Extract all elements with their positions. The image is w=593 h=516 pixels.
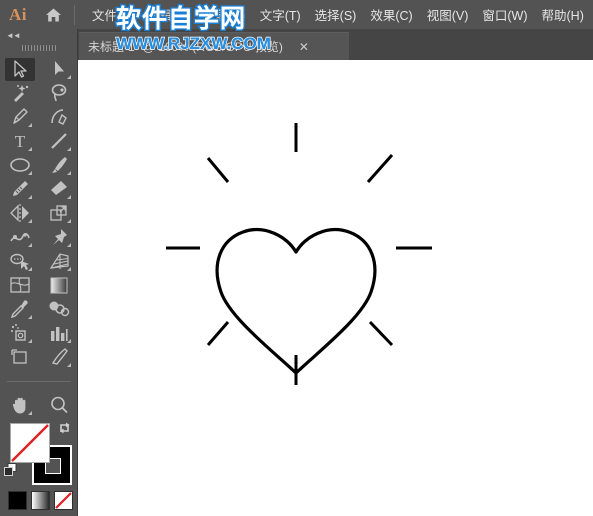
curvature-tool[interactable]: [44, 106, 74, 129]
eyedropper-tool[interactable]: [5, 298, 35, 321]
shaper-pencil-tool[interactable]: [5, 178, 35, 201]
tool-group-indicator-icon: [27, 410, 32, 415]
type-tool[interactable]: T: [5, 130, 35, 153]
menu-bar: Ai 文件(F) 编辑(E) 对象(O) 文字(T) 选择(S) 效果(C) 视图(V) 窗口…: [0, 0, 593, 29]
rotate-reflect-tool[interactable]: [5, 202, 35, 225]
tool-group-indicator-icon: [66, 266, 71, 271]
menu-object[interactable]: 对象(O): [196, 0, 253, 29]
document-tab[interactable]: 未标题-1* @ 100% (RGB/GPU 预览) ✕: [79, 32, 349, 60]
swap-fill-stroke-icon[interactable]: [58, 421, 72, 435]
width-warp-tool[interactable]: [5, 226, 35, 249]
tool-group-indicator-icon: [66, 194, 71, 199]
close-icon[interactable]: ✕: [297, 41, 311, 53]
ellipse-tool[interactable]: [5, 154, 35, 177]
pen-tool[interactable]: [5, 106, 35, 129]
tool-group-indicator-icon: [66, 242, 71, 247]
tools-panel: ◄◄ T: [0, 29, 78, 516]
color-mode-row: [8, 491, 73, 510]
scale-tool[interactable]: [44, 202, 74, 225]
fill-stroke-block: [0, 421, 78, 510]
tool-group-indicator-icon: [27, 218, 32, 223]
menu-effect[interactable]: 效果(C): [363, 0, 419, 29]
document-tab-bar: 未标题-1* @ 100% (RGB/GPU 预览) ✕: [78, 29, 593, 60]
menu-window[interactable]: 窗口(W): [475, 0, 534, 29]
artboard-tool[interactable]: [5, 346, 35, 369]
tool-group-indicator-icon: [27, 170, 32, 175]
rays-group: [166, 123, 432, 385]
lasso-tool[interactable]: [44, 82, 74, 105]
ray-bottom-left: [206, 321, 230, 346]
menu-item-list: 文件(F) 编辑(E) 对象(O) 文字(T) 选择(S) 效果(C) 视图(V) 窗口(W)…: [85, 0, 591, 29]
tool-group-indicator-icon: [66, 146, 71, 151]
tool-group-indicator-icon: [66, 338, 71, 343]
line-segment-tool[interactable]: [44, 130, 74, 153]
tool-group-indicator-icon: [27, 314, 32, 319]
ray-top-left: [206, 157, 230, 183]
fill-none-indicator: [10, 423, 50, 463]
artwork-shining-heart: [166, 123, 432, 385]
tool-grid: T: [0, 57, 77, 417]
free-transform-tool[interactable]: [44, 226, 74, 249]
app-logo: Ai: [9, 4, 27, 24]
artboard-canvas[interactable]: [78, 60, 593, 516]
menu-help[interactable]: 帮助(H): [535, 0, 591, 29]
slice-tool[interactable]: [44, 346, 74, 369]
blend-tool[interactable]: [44, 298, 74, 321]
ray-bottom-right: [368, 320, 394, 347]
ray-top-right: [366, 154, 394, 183]
hand-tool[interactable]: [5, 394, 35, 417]
tool-group-indicator-icon: [27, 194, 32, 199]
color-mode-none[interactable]: [54, 491, 73, 510]
tool-group-indicator-icon: [27, 266, 32, 271]
magic-wand-tool[interactable]: [5, 82, 35, 105]
tool-group-indicator-icon: [66, 74, 71, 79]
selection-tool[interactable]: [4, 57, 35, 81]
fill-swatch[interactable]: [10, 423, 50, 463]
toolbar-collapse-button[interactable]: ◄◄: [0, 29, 77, 42]
grip-dots-icon: [21, 45, 56, 51]
symbol-sprayer-tool[interactable]: [5, 322, 35, 345]
menu-file[interactable]: 文件(F): [85, 0, 140, 29]
document-tab-title: 未标题-1* @ 100% (RGB/GPU 预览): [88, 40, 283, 54]
eraser-tool[interactable]: [44, 178, 74, 201]
tool-group-indicator-icon: [66, 362, 71, 367]
direct-selection-tool[interactable]: [44, 58, 74, 81]
column-graph-tool[interactable]: [44, 322, 74, 345]
toolbar-drag-handle[interactable]: [0, 42, 77, 54]
tool-group-indicator-icon: [27, 242, 32, 247]
color-mode-solid[interactable]: [8, 491, 27, 510]
tool-group-indicator-icon: [27, 338, 32, 343]
svg-text:T: T: [14, 132, 25, 151]
default-fill-stroke-icon[interactable]: [4, 463, 18, 477]
zoom-tool[interactable]: [44, 394, 74, 417]
menu-divider: [74, 4, 75, 25]
menu-edit[interactable]: 编辑(E): [140, 0, 196, 29]
tool-group-indicator-icon: [27, 122, 32, 127]
paintbrush-tool[interactable]: [44, 154, 74, 177]
heart-outline-path: [215, 227, 377, 375]
menu-select[interactable]: 选择(S): [308, 0, 364, 29]
color-mode-gradient[interactable]: [31, 491, 50, 510]
shape-builder-tool[interactable]: [5, 250, 35, 273]
gradient-tool[interactable]: [44, 274, 74, 297]
toolbar-separator: [7, 380, 71, 382]
tool-group-indicator-icon: [66, 218, 71, 223]
perspective-grid-tool[interactable]: [44, 250, 74, 273]
illustrator-window: Ai 文件(F) 编辑(E) 对象(O) 文字(T) 选择(S) 效果(C) 视图(V) 窗口…: [0, 0, 593, 516]
tool-group-indicator-icon: [66, 170, 71, 175]
mesh-tool[interactable]: [5, 274, 35, 297]
tool-group-indicator-icon: [27, 146, 32, 151]
menu-type[interactable]: 文字(T): [253, 0, 308, 29]
home-icon[interactable]: [36, 0, 70, 29]
menu-view[interactable]: 视图(V): [420, 0, 476, 29]
